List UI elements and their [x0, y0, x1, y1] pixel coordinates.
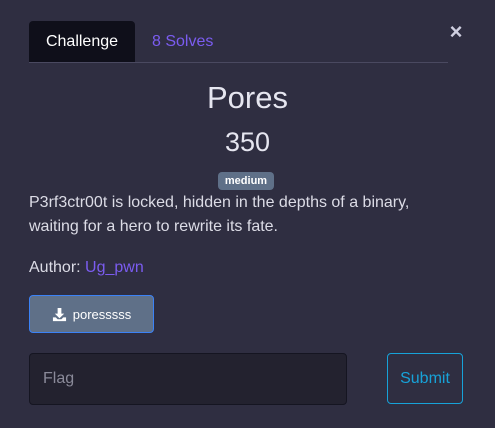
author-link[interactable]: Ug_pwn — [85, 259, 144, 276]
flag-input[interactable] — [29, 353, 347, 405]
author-label: Author: — [29, 259, 86, 276]
challenge-description: P3rf3ctr00t is locked, hidden in the dep… — [29, 194, 410, 235]
tab-challenge[interactable]: Challenge — [29, 21, 135, 62]
close-icon[interactable]: × — [448, 21, 464, 43]
challenge-points: 350 — [224, 127, 271, 157]
download-icon — [52, 307, 66, 321]
tab-bar: Challenge 8 Solves — [29, 21, 448, 63]
difficulty-badge: medium — [218, 172, 274, 190]
download-button[interactable]: poresssss — [29, 295, 154, 333]
submit-button[interactable]: Submit — [387, 353, 463, 404]
challenge-title: Pores — [207, 80, 288, 115]
author-line: Author: Ug_pwn — [29, 257, 144, 279]
tab-solves[interactable]: 8 Solves — [152, 21, 213, 62]
download-label: poresssss — [72, 306, 132, 322]
